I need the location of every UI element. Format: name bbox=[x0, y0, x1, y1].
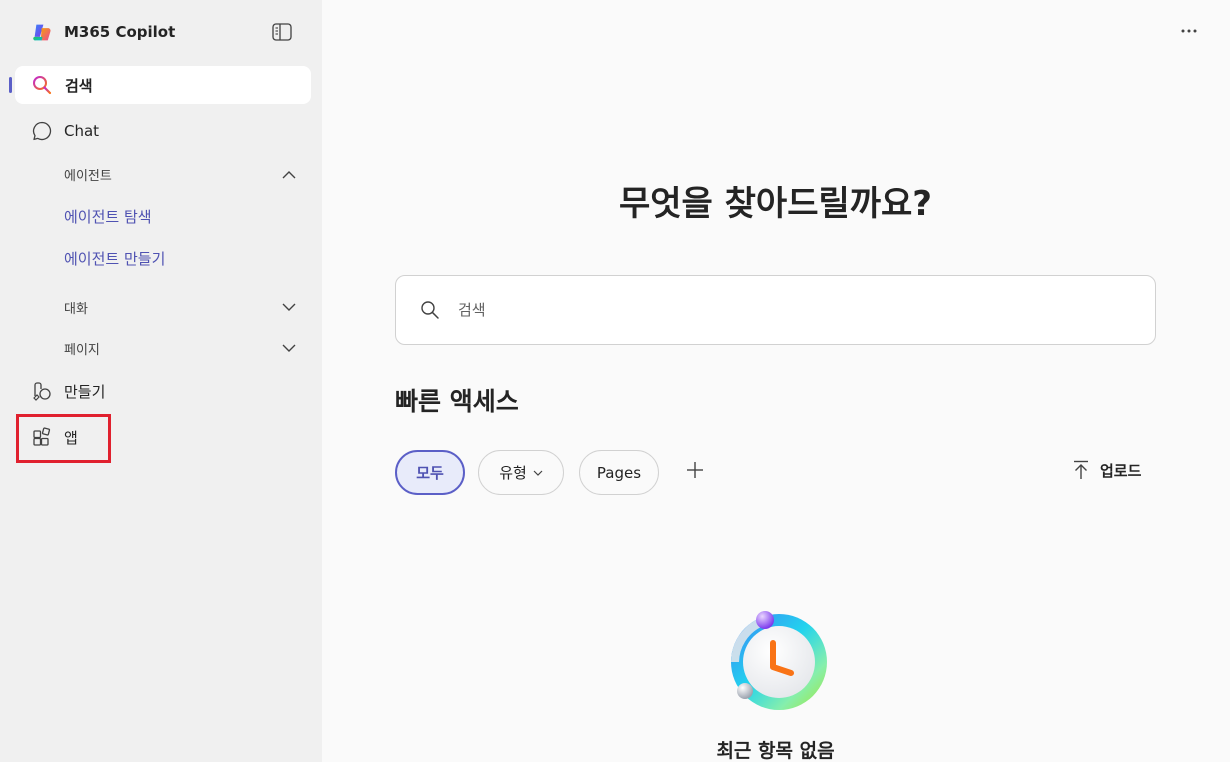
chip-label: Pages bbox=[596, 463, 642, 482]
sidebar-item-label: Chat bbox=[64, 122, 100, 140]
chevron-up-icon bbox=[282, 171, 296, 179]
chevron-down-icon bbox=[282, 344, 296, 352]
empty-state-text: 최근 항목 없음 bbox=[716, 740, 835, 762]
section-label: 페이지 bbox=[64, 343, 100, 358]
chip-label: 유형 bbox=[499, 464, 527, 482]
copilot-logo-icon bbox=[33, 24, 51, 40]
conversations-section-header[interactable]: 대화 bbox=[64, 298, 296, 317]
sidebar-item-apps[interactable]: 앱 bbox=[32, 424, 78, 450]
filter-chip-type[interactable]: 유형 bbox=[478, 450, 564, 495]
upload-button[interactable]: 업로드 bbox=[1072, 458, 1141, 482]
sidebar-item-search[interactable]: 검색 bbox=[15, 66, 311, 104]
section-label: 에이전트 bbox=[64, 169, 112, 184]
sidebar-toggle-button[interactable] bbox=[270, 21, 294, 43]
pages-section-header[interactable]: 페이지 bbox=[64, 339, 296, 358]
more-options-button[interactable] bbox=[1176, 20, 1202, 42]
more-icon bbox=[1181, 29, 1197, 33]
section-label: 대화 bbox=[64, 302, 88, 317]
add-filter-button[interactable] bbox=[683, 458, 707, 482]
search-icon bbox=[421, 301, 439, 319]
filter-chip-pages[interactable]: Pages bbox=[579, 450, 659, 495]
page-title: 무엇을 찾아드릴까요? bbox=[618, 184, 933, 224]
create-icon bbox=[33, 382, 51, 401]
agents-section-header[interactable]: 에이전트 bbox=[64, 165, 296, 184]
sidebar-item-create[interactable]: 만들기 bbox=[32, 378, 105, 404]
plus-icon bbox=[687, 462, 703, 478]
sidebar-item-label: 검색 bbox=[65, 76, 93, 95]
upload-label: 업로드 bbox=[1100, 461, 1142, 480]
filter-chip-all[interactable]: 모두 bbox=[395, 450, 465, 495]
upload-icon bbox=[1074, 460, 1088, 479]
sidebar-item-explore-agents[interactable]: 에이전트 탐색 bbox=[64, 206, 152, 227]
search-box[interactable] bbox=[395, 275, 1156, 345]
user-account[interactable]: ... bbox=[28, 754, 40, 762]
sidebar-toggle-icon bbox=[272, 23, 292, 41]
chat-icon bbox=[32, 121, 52, 141]
app-title: M365 Copilot bbox=[64, 23, 176, 41]
active-indicator bbox=[9, 77, 12, 93]
sidebar-item-label: 만들기 bbox=[64, 382, 106, 401]
chip-label: 모두 bbox=[416, 464, 444, 482]
search-icon bbox=[33, 76, 52, 95]
sidebar: M365 Copilot 검색 Chat 에이전트 에이전트 탐색 에이전트 만… bbox=[0, 0, 322, 762]
search-input[interactable] bbox=[458, 301, 1118, 319]
apps-icon bbox=[33, 427, 51, 446]
chevron-down-icon bbox=[282, 303, 296, 311]
brand: M365 Copilot bbox=[32, 18, 175, 46]
quick-access-title: 빠른 액세스 bbox=[395, 387, 519, 416]
clock-icon bbox=[731, 611, 827, 710]
sidebar-item-create-agent[interactable]: 에이전트 만들기 bbox=[64, 248, 165, 269]
sidebar-item-chat[interactable]: Chat bbox=[32, 118, 99, 144]
chevron-down-icon bbox=[533, 470, 543, 476]
sidebar-item-label: 앱 bbox=[64, 428, 78, 447]
